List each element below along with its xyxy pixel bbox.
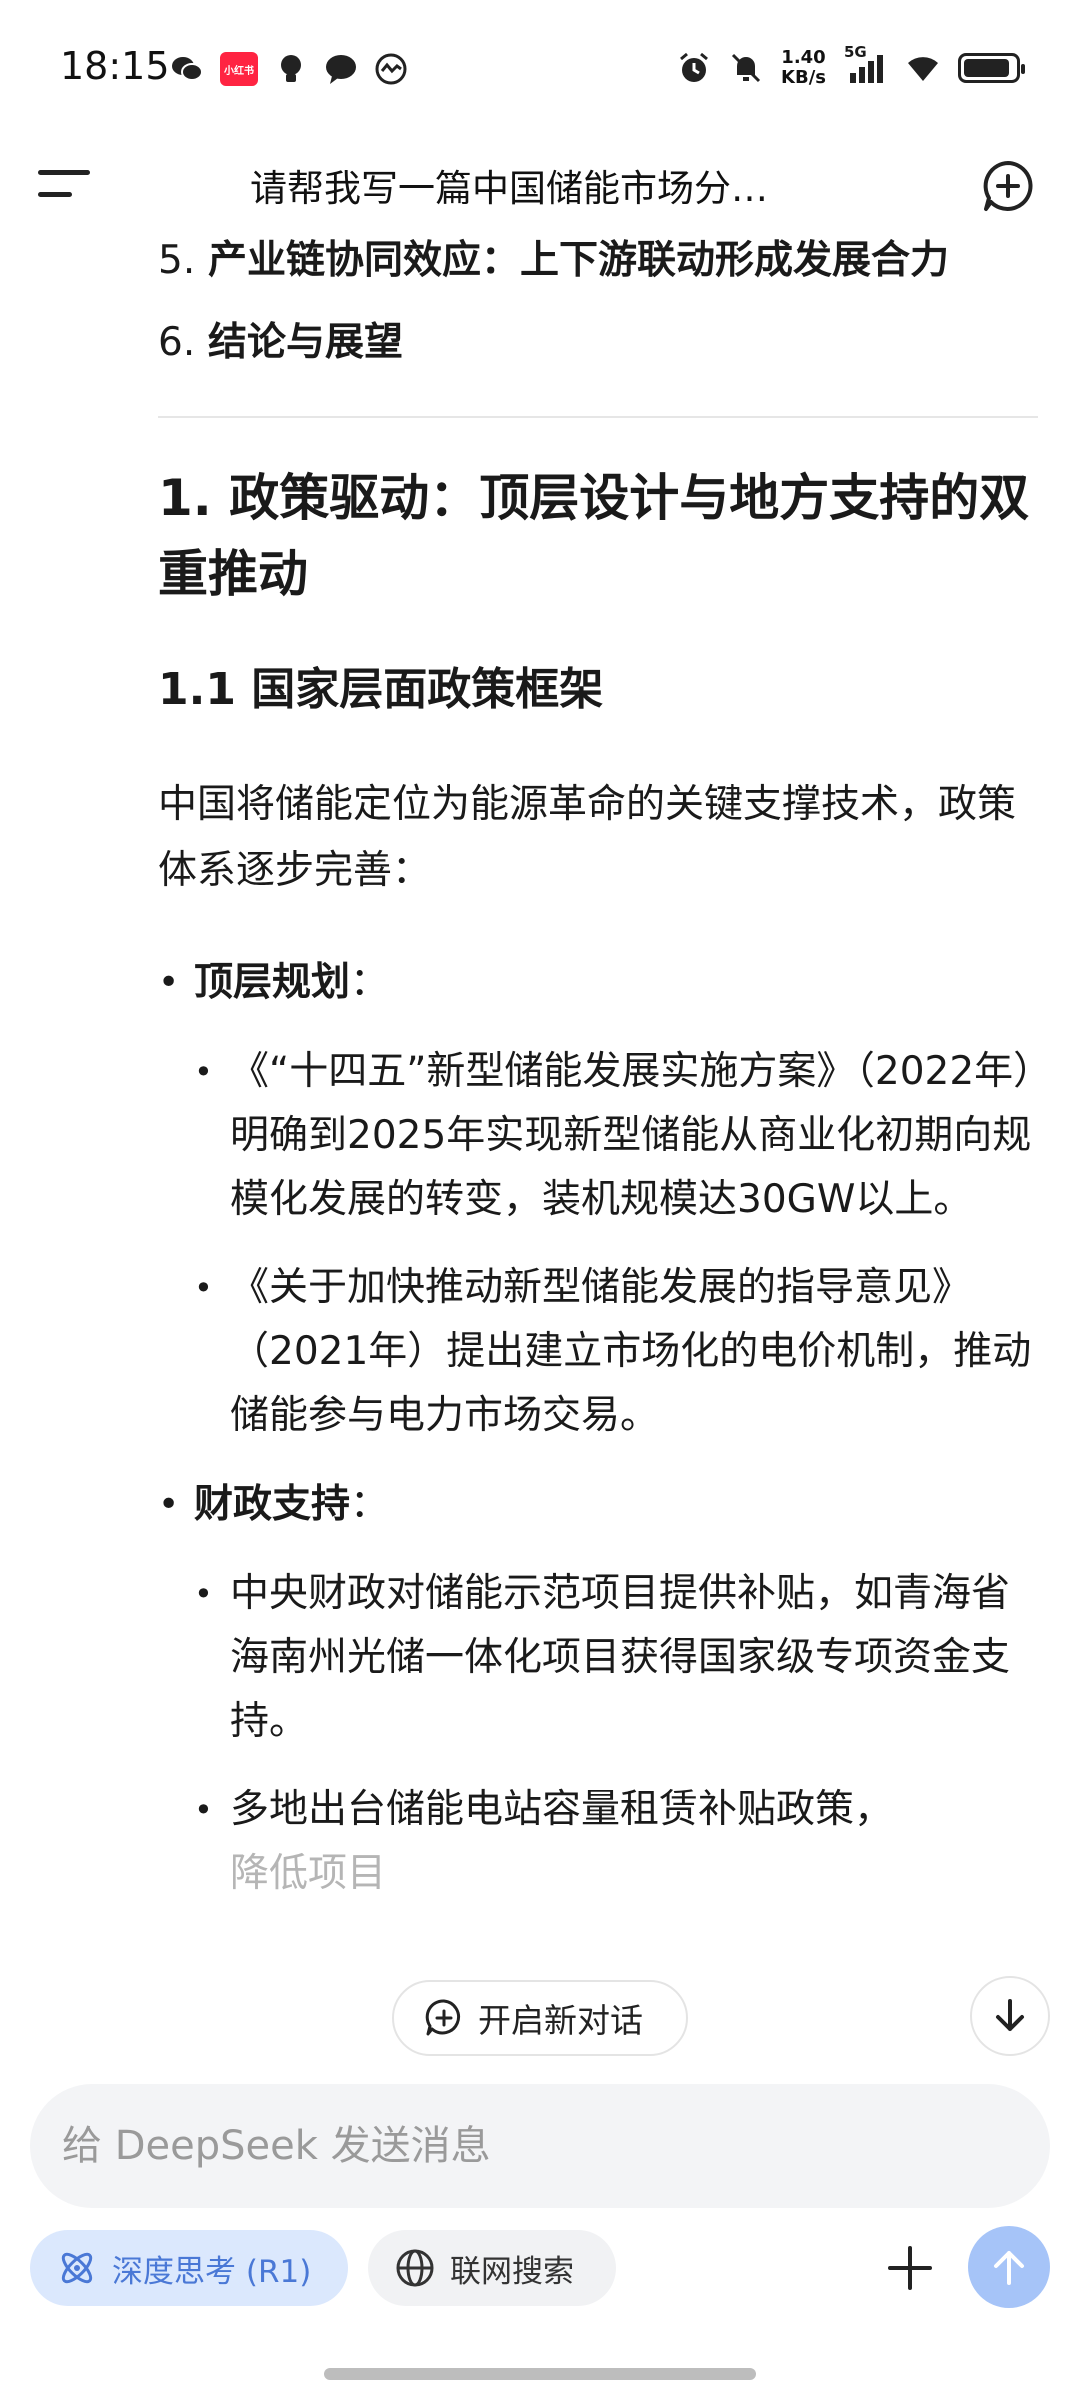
menu-button[interactable]	[38, 162, 94, 208]
new-chat-button[interactable]	[980, 158, 1036, 214]
alarm-icon	[677, 51, 711, 85]
conversation-title[interactable]: 请帮我写一篇中国储能市场分…	[250, 158, 830, 212]
home-indicator[interactable]	[324, 2368, 756, 2380]
arrow-up-icon	[994, 2251, 1024, 2285]
subsection-title: 1.1 国家层面政策框架	[158, 664, 604, 715]
bullet-item: 顶层规划：	[158, 950, 1038, 1016]
deep-think-toggle[interactable]: 深度思考 (R1)	[30, 2230, 348, 2306]
wechat-icon	[170, 52, 204, 86]
network-speed: 1.40 KB/s	[781, 48, 826, 88]
start-new-chat-label: 开启新对话	[478, 2001, 643, 2040]
scroll-to-bottom-button[interactable]	[970, 1976, 1050, 2056]
send-button[interactable]	[968, 2226, 1050, 2308]
start-new-chat-button[interactable]: 开启新对话	[392, 1980, 688, 2056]
bullet-colon: ：	[350, 1482, 390, 1527]
message-composer	[30, 2084, 1050, 2208]
partial-line-faded: 降低项目	[230, 1851, 387, 1896]
wifi-icon	[906, 51, 940, 85]
new-chat-icon	[425, 1999, 460, 2036]
attach-button[interactable]	[880, 2238, 940, 2298]
web-search-toggle[interactable]: 联网搜索	[368, 2230, 616, 2306]
plus-icon	[888, 2246, 932, 2290]
new-chat-icon	[983, 161, 1033, 211]
signal-label: 5G	[844, 43, 867, 61]
menu-line-top	[38, 170, 90, 175]
message-content: 5. 产业链协同效应：上下游联动形成发展合力 6. 结论与展望 1. 政策驱动：…	[158, 230, 1038, 2050]
sub-bullet-item-partial: 多地出台储能电站容量租赁补贴政策， 降低项目	[158, 1778, 1038, 1906]
outline-text: 结论与展望	[208, 320, 404, 365]
arrow-down-icon	[996, 1999, 1024, 2031]
deep-think-label: 深度思考 (R1)	[112, 2253, 312, 2290]
network-speed-value: 1.40	[781, 47, 826, 68]
divider	[158, 416, 1038, 418]
partial-line: 多地出台储能电站容量租赁补贴政策，	[230, 1787, 894, 1832]
system-status-icons: 1.40 KB/s 5G	[677, 43, 1025, 88]
bullet-label: 顶层规划	[194, 960, 351, 1005]
battery-fill	[964, 59, 1009, 77]
outline-item: 6. 结论与展望	[158, 312, 1038, 374]
outline-item: 5. 产业链协同效应：上下游联动形成发展合力	[158, 230, 1038, 292]
atom-icon	[61, 2252, 93, 2284]
outline-number: 5.	[158, 238, 196, 283]
globe-icon	[396, 2249, 434, 2287]
section-title: 1. 政策驱动：顶层设计与地方支持的双重推动	[158, 469, 1030, 603]
redbook-app-icon: 小红书	[220, 52, 258, 86]
intro-paragraph: 中国将储能定位为能源革命的关键支撑技术，政策体系逐步完善：	[158, 782, 1017, 893]
activity-circle-icon	[374, 52, 408, 86]
bullet-colon: ：	[350, 960, 390, 1005]
outline-text: 产业链协同效应：上下游联动形成发展合力	[208, 238, 950, 283]
outline-number: 6.	[158, 320, 196, 365]
bullet-label: 财政支持	[194, 1482, 351, 1527]
app-root: 18:15 小红书 1.40 KB/s 5G 请帮我写一篇中国储能市场分… 5.…	[0, 0, 1080, 2400]
sub-bullet-item: 中央财政对储能示范项目提供补贴，如青海省海南州光储一体化项目获得国家级专项资金支…	[158, 1562, 1038, 1754]
notification-icons: 小红书	[170, 52, 408, 86]
web-search-label: 联网搜索	[450, 2253, 574, 2290]
signal-icon: 5G	[844, 43, 888, 85]
status-bar: 18:15 小红书 1.40 KB/s 5G	[0, 0, 1080, 120]
menu-line-bottom	[38, 192, 72, 197]
bullet-item: 财政支持：	[158, 1472, 1038, 1538]
mute-bell-icon	[729, 51, 763, 85]
sub-bullet-item: 《关于加快推动新型储能发展的指导意见》（2021年）提出建立市场化的电价机制，推…	[158, 1256, 1038, 1448]
battery-icon	[958, 53, 1025, 83]
sub-bullet-item: 《“十四五”新型储能发展实施方案》（2022年）明确到2025年实现新型储能从商…	[158, 1040, 1038, 1232]
status-time: 18:15	[60, 44, 170, 88]
network-speed-unit: KB/s	[781, 67, 826, 88]
lightbulb-icon	[274, 52, 308, 86]
chat-header: 请帮我写一篇中国储能市场分…	[0, 140, 1080, 230]
chat-bubble-icon	[324, 52, 358, 86]
composer-toolbar: 深度思考 (R1) 联网搜索	[0, 2226, 1080, 2310]
message-input[interactable]	[62, 2084, 1002, 2208]
